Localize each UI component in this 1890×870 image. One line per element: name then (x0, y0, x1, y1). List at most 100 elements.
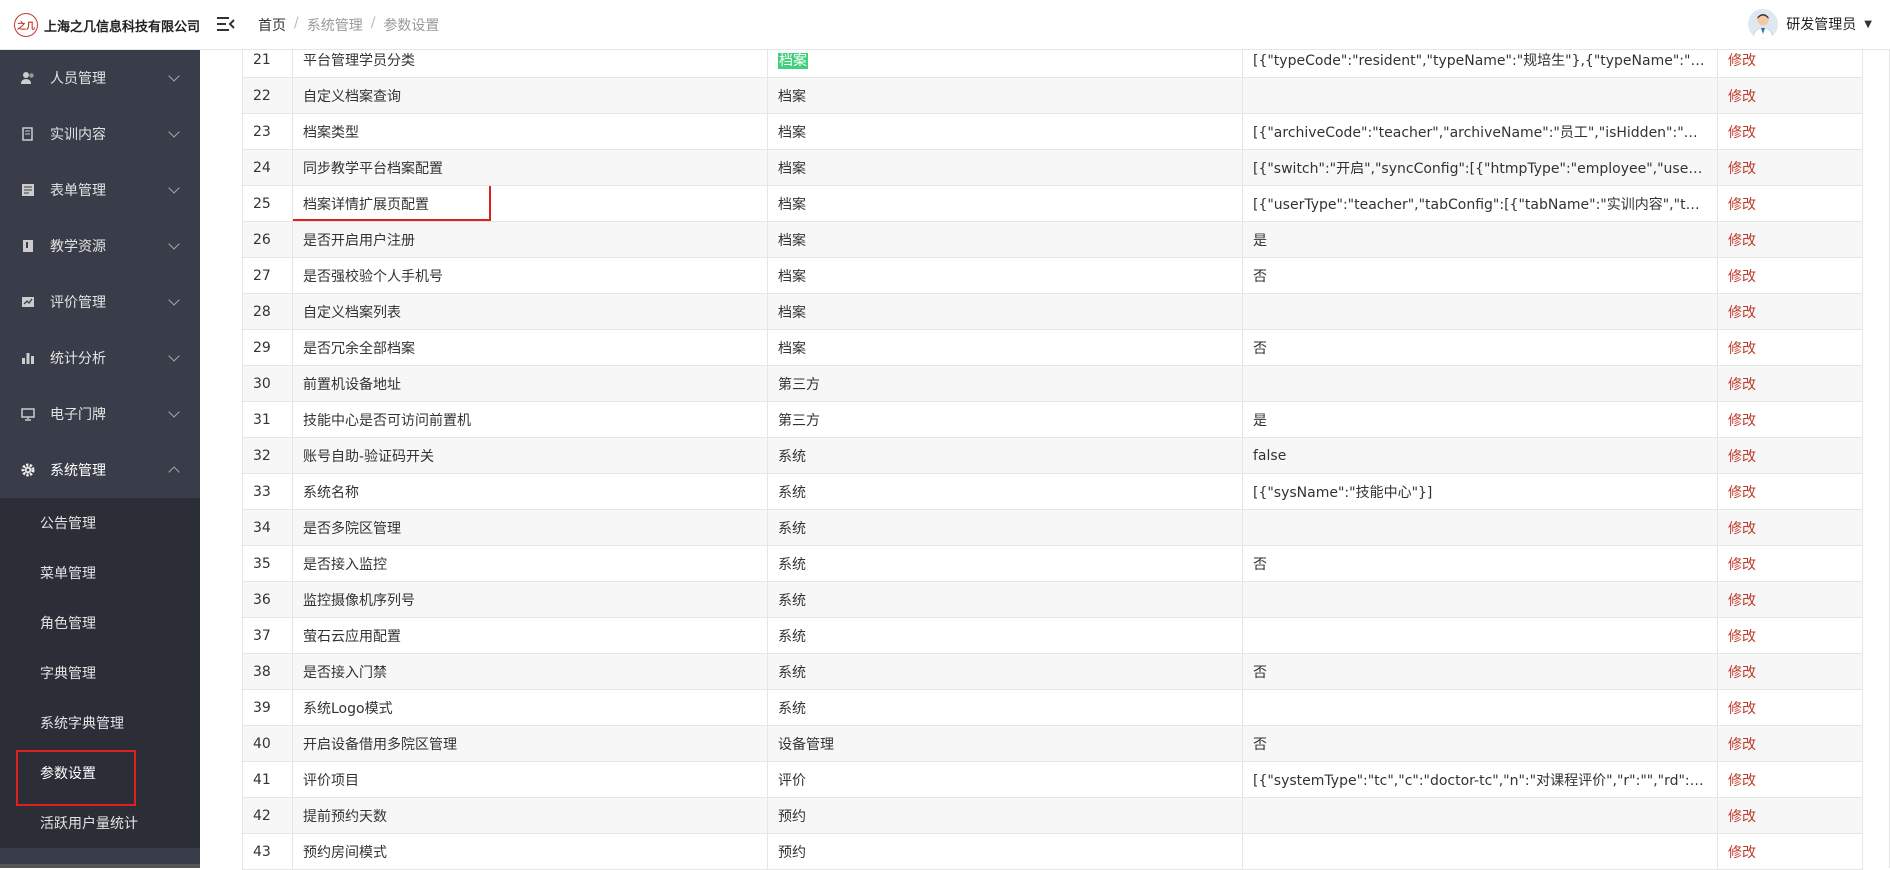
edit-button[interactable]: 修改 (1728, 305, 1756, 321)
row-name-cell: 自定义档案列表 (292, 293, 768, 330)
breadcrumb-system[interactable]: 系统管理 (307, 15, 363, 35)
row-category: 评价 (778, 772, 806, 789)
edit-button[interactable]: 修改 (1728, 773, 1756, 789)
sidebar-item-label: 电子门牌 (50, 407, 106, 423)
resource-icon (20, 238, 36, 254)
row-name-cell: 档案类型 (292, 113, 768, 150)
row-name-cell: 是否强校验个人手机号 (292, 257, 768, 294)
submenu-item-dictionary[interactable]: 字典管理 (0, 648, 200, 698)
row-name-cell: 提前预约天数 (292, 797, 768, 834)
edit-button[interactable]: 修改 (1728, 557, 1756, 573)
row-category: 档案 (778, 52, 808, 69)
avatar[interactable] (1748, 9, 1779, 39)
edit-button[interactable]: 修改 (1728, 269, 1756, 285)
row-name: 平台管理学员分类 (303, 52, 415, 69)
row-category: 系统 (778, 664, 806, 681)
edit-button[interactable]: 修改 (1728, 197, 1756, 213)
sidebar-item-resources[interactable]: 教学资源 (0, 218, 200, 274)
chevron-down-icon (168, 350, 180, 362)
submenu-item-label: 公告管理 (40, 516, 96, 532)
sidebar-item-label: 教学资源 (50, 239, 106, 255)
edit-button[interactable]: 修改 (1728, 53, 1756, 69)
edit-button[interactable]: 修改 (1728, 593, 1756, 609)
table-row: 26 是否开启用户注册 档案 是修改 (242, 221, 1863, 258)
row-category-cell: 评价 (767, 761, 1243, 798)
row-name-cell: 开启设备借用多院区管理 (292, 725, 768, 762)
edit-button[interactable]: 修改 (1728, 125, 1756, 141)
row-category-cell: 第三方 (767, 401, 1243, 438)
sidebar-item-doorplate[interactable]: 电子门牌 (0, 386, 200, 442)
breadcrumb-home[interactable]: 首页 (258, 15, 286, 35)
row-name-cell: 账号自助-验证码开关 (292, 437, 768, 474)
edit-button[interactable]: 修改 (1728, 377, 1756, 393)
row-id: 31 (242, 401, 293, 438)
sidebar-item-statistics[interactable]: 统计分析 (0, 330, 200, 386)
row-name-cell: 技能中心是否可访问前置机 (292, 401, 768, 438)
row-value: false (1242, 437, 1718, 474)
sidebar-item-evaluation[interactable]: 评价管理 (0, 274, 200, 330)
row-id: 37 (242, 617, 293, 654)
table-row: 36 监控摄像机序列号 系统 修改 (242, 581, 1863, 618)
company-logo[interactable]: 之几 上海之几信息科技有限公司 (14, 13, 200, 37)
row-id: 27 (242, 257, 293, 294)
menu-toggle-icon[interactable] (216, 14, 236, 34)
edit-button[interactable]: 修改 (1728, 341, 1756, 357)
row-name: 监控摄像机序列号 (303, 592, 415, 609)
row-name: 开启设备借用多院区管理 (303, 736, 457, 753)
edit-button[interactable]: 修改 (1728, 485, 1756, 501)
row-name-cell: 萤石云应用配置 (292, 617, 768, 654)
chevron-down-icon[interactable]: ▼ (1864, 19, 1872, 30)
table-row: 34 是否多院区管理 系统 修改 (242, 509, 1863, 546)
system-submenu: 公告管理 菜单管理 角色管理 字典管理 系统字典管理 参数设置 活跃用户量统计 (0, 498, 200, 848)
edit-button[interactable]: 修改 (1728, 737, 1756, 753)
edit-button[interactable]: 修改 (1728, 629, 1756, 645)
row-actions: 修改 (1717, 581, 1863, 618)
row-actions: 修改 (1717, 509, 1863, 546)
table-row: 31 技能中心是否可访问前置机 第三方 是修改 (242, 401, 1863, 438)
submenu-item-menus[interactable]: 菜单管理 (0, 548, 200, 598)
sidebar-scrollbar[interactable] (0, 864, 200, 868)
edit-button[interactable]: 修改 (1728, 665, 1756, 681)
edit-button[interactable]: 修改 (1728, 521, 1756, 537)
submenu-item-roles[interactable]: 角色管理 (0, 598, 200, 648)
row-name: 系统Logo模式 (303, 700, 393, 717)
edit-button[interactable]: 修改 (1728, 809, 1756, 825)
submenu-item-announcements[interactable]: 公告管理 (0, 498, 200, 548)
row-category-cell: 系统 (767, 689, 1243, 726)
row-name: 技能中心是否可访问前置机 (303, 412, 471, 429)
row-value: [{"userType":"teacher","tabConfig":[{"ta… (1242, 185, 1718, 222)
edit-button[interactable]: 修改 (1728, 449, 1756, 465)
sidebar-item-label: 评价管理 (50, 295, 106, 311)
submenu-item-parameters[interactable]: 参数设置 (0, 748, 200, 806)
sidebar-item-training[interactable]: 实训内容 (0, 106, 200, 162)
submenu-item-system-dictionary[interactable]: 系统字典管理 (0, 698, 200, 748)
edit-button[interactable]: 修改 (1728, 701, 1756, 717)
edit-button[interactable]: 修改 (1728, 89, 1756, 105)
edit-button[interactable]: 修改 (1728, 845, 1756, 861)
sidebar-item-system[interactable]: 系统管理 (0, 442, 200, 498)
row-name-cell: 是否多院区管理 (292, 509, 768, 546)
edit-button[interactable]: 修改 (1728, 413, 1756, 429)
sidebar: 人员管理 实训内容 表单管理 教学资源 评价管理 统计分析 电子门牌 系统管理 … (0, 50, 200, 868)
table-row: 30 前置机设备地址 第三方 修改 (242, 365, 1863, 402)
user-menu[interactable]: 研发管理员 ▼ (1748, 9, 1872, 39)
row-id: 34 (242, 509, 293, 546)
row-name: 自定义档案列表 (303, 304, 401, 321)
chevron-down-icon (168, 126, 180, 138)
sidebar-item-personnel[interactable]: 人员管理 (0, 50, 200, 106)
row-name: 是否冗余全部档案 (303, 340, 415, 357)
row-value (1242, 689, 1718, 726)
user-name[interactable]: 研发管理员 (1786, 14, 1856, 34)
row-category-cell: 档案 (767, 257, 1243, 294)
submenu-item-active-users[interactable]: 活跃用户量统计 (0, 798, 200, 848)
edit-button[interactable]: 修改 (1728, 233, 1756, 249)
table-row: 22 自定义档案查询 档案 修改 (242, 77, 1863, 114)
row-category-cell: 系统 (767, 437, 1243, 474)
edit-button[interactable]: 修改 (1728, 161, 1756, 177)
logo-mark: 之几 (14, 13, 38, 37)
row-actions: 修改 (1717, 293, 1863, 330)
sidebar-item-forms[interactable]: 表单管理 (0, 162, 200, 218)
row-actions: 修改 (1717, 185, 1863, 222)
row-id: 24 (242, 149, 293, 186)
row-id: 29 (242, 329, 293, 366)
